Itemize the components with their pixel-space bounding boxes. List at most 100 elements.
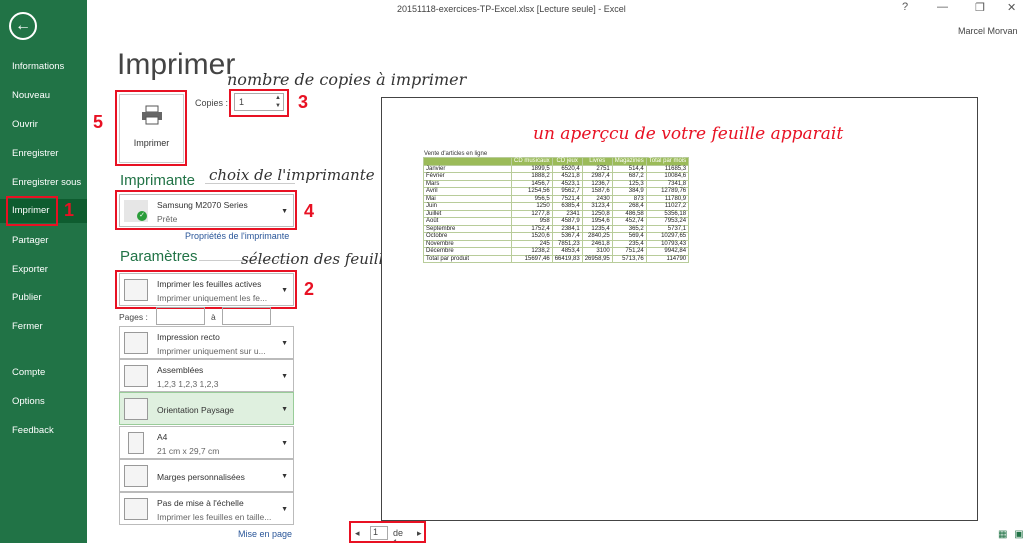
preview-view-controls: ▦ ▣ <box>998 529 1024 540</box>
margins-icon <box>124 465 148 487</box>
nav-item-feedback[interactable]: Feedback <box>0 419 87 443</box>
table-cell: 6520,4 <box>551 164 583 173</box>
page-setup-link[interactable]: Mise en page <box>238 529 292 539</box>
scaling-label: Pas de mise à l'échelle <box>157 498 244 508</box>
table-cell: 114790 <box>645 254 690 263</box>
table-cell: 11027,2 <box>645 202 690 211</box>
paper-size-dropdown[interactable]: A4 21 cm x 29,7 cm ▼ <box>119 426 294 459</box>
chevron-down-icon: ▼ <box>281 440 288 447</box>
chevron-down-icon: ▼ <box>281 340 288 347</box>
annotation-number-4: 4 <box>304 201 315 221</box>
table-row: Juillet 1277,8 2341 1250,8 486,58 5356,18 <box>423 209 690 218</box>
nav-item-informations[interactable]: Informations <box>0 55 87 79</box>
table-row: Mars 1456,7 4523,1 1236,7 125,3 7341,8 <box>423 179 690 188</box>
sides-dropdown[interactable]: Impression recto Imprimer uniquement sur… <box>119 326 294 359</box>
table-cell: 5367,4 <box>551 232 583 241</box>
back-arrow-icon[interactable]: ← <box>9 12 37 40</box>
table-cell: 4587,9 <box>551 217 583 226</box>
table-row: Total par produit 15697,46 66419,83 26958,9… <box>423 254 690 263</box>
scaling-dropdown[interactable]: Pas de mise à l'échelle Imprimer les feu… <box>119 492 294 525</box>
table-cell: 1752,4 <box>511 224 553 233</box>
nav-item-enregistrer[interactable]: Enregistrer <box>0 142 87 166</box>
printer-properties-link[interactable]: Propriétés de l'imprimante <box>185 231 289 241</box>
collated-pages-icon <box>124 365 148 387</box>
annotation-number-2: 2 <box>304 279 315 299</box>
page-title: Imprimer <box>117 48 236 81</box>
title-bar: 20151118-exercices-TP-Excel.xlsx [Lectur… <box>87 0 1024 22</box>
table-row: Février 1888,2 4521,8 2987,4 687,2 10084,6 <box>423 172 690 181</box>
show-margins-icon[interactable]: ▦ <box>998 529 1007 540</box>
nav-item-fermer[interactable]: Fermer <box>0 315 87 339</box>
table-cell: 365,2 <box>611 224 647 233</box>
table-cell: 2987,4 <box>581 172 613 181</box>
table-cell <box>423 157 512 166</box>
nav-item-options[interactable]: Options <box>0 390 87 414</box>
table-cell: 956,5 <box>511 194 553 203</box>
table-cell: Mai <box>423 194 512 203</box>
table-cell: Novembre <box>423 239 512 248</box>
table-cell: 3100 <box>581 247 613 256</box>
table-row: Mai 956,5 7521,4 2430 873 11780,9 <box>423 194 690 203</box>
table-cell: 1235,4 <box>581 224 613 233</box>
orientation-label: Orientation Paysage <box>157 405 235 415</box>
table-cell: 486,58 <box>611 209 647 218</box>
table-cell: 569,4 <box>611 232 647 241</box>
table-cell: 1899,5 <box>511 164 553 173</box>
table-cell: 2384,1 <box>551 224 583 233</box>
nav-item-publier[interactable]: Publier <box>0 286 87 310</box>
table-row: Août 958 4587,9 1954,6 452,74 7953,24 <box>423 217 690 226</box>
nav-item-compte[interactable]: Compte <box>0 361 87 385</box>
table-cell: 10793,43 <box>645 239 690 248</box>
highlight-box-3 <box>229 89 289 117</box>
table-cell: 235,4 <box>611 239 647 248</box>
backstage-nav: ← Informations Nouveau Ouvrir Enregistre… <box>0 0 87 543</box>
margins-label: Marges personnalisées <box>157 472 245 482</box>
table-cell: 5356,18 <box>645 209 690 218</box>
nav-item-exporter[interactable]: Exporter <box>0 258 87 282</box>
help-icon[interactable]: ? <box>902 1 908 13</box>
collate-desc: 1,2,3 1,2,3 1,2,3 <box>157 379 219 389</box>
table-cell: 11780,9 <box>645 194 690 203</box>
table-cell: 1254,56 <box>511 187 553 196</box>
annotation-number-5: 5 <box>93 112 104 132</box>
annotation-copies: nombre de copies à imprimer <box>227 70 467 89</box>
table-cell: 4523,1 <box>551 179 583 188</box>
nav-item-partager[interactable]: Partager <box>0 229 87 253</box>
user-name[interactable]: Marcel Morvan <box>958 26 1018 36</box>
table-cell: Mars <box>423 179 512 188</box>
table-cell: 7341,8 <box>645 179 690 188</box>
restore-icon[interactable]: ❐ <box>975 1 985 14</box>
table-cell: Juin <box>423 202 512 211</box>
table-row: Janvier 1899,5 6520,4 2751 514,4 11685,3 <box>423 164 690 173</box>
window-title: 20151118-exercices-TP-Excel.xlsx [Lectur… <box>397 4 626 14</box>
table-cell: 7851,23 <box>551 239 583 248</box>
table-cell: 245 <box>511 239 553 248</box>
zoom-to-page-icon[interactable]: ▣ <box>1014 529 1023 540</box>
table-row: Octobre 1520,6 5367,4 2840,25 569,4 10297,65 <box>423 232 690 241</box>
margins-dropdown[interactable]: Marges personnalisées ▼ <box>119 459 294 492</box>
table-cell: 384,9 <box>611 187 647 196</box>
table-cell: Avril <box>423 187 512 196</box>
close-icon[interactable]: ✕ <box>1007 1 1016 14</box>
table-cell: 66419,83 <box>551 254 583 263</box>
table-cell: 1954,6 <box>581 217 613 226</box>
table-cell: 9942,84 <box>645 247 690 256</box>
settings-section-title: Paramètres <box>120 248 198 265</box>
table-cell: 1277,8 <box>511 209 553 218</box>
pages-to-input[interactable] <box>222 307 271 325</box>
table-cell: 1236,7 <box>581 179 613 188</box>
table-cell: Décembre <box>423 247 512 256</box>
nav-item-enregistrer-sous[interactable]: Enregistrer sous <box>0 171 87 195</box>
nav-item-nouveau[interactable]: Nouveau <box>0 84 87 108</box>
nav-item-ouvrir[interactable]: Ouvrir <box>0 113 87 137</box>
chevron-down-icon: ▼ <box>281 406 288 413</box>
table-row: Novembre 245 7851,23 2461,8 235,4 10793,43 <box>423 239 690 248</box>
page-icon <box>128 432 144 454</box>
pages-from-input[interactable] <box>156 307 205 325</box>
annotation-preview: un aperçcu de votre feuille apparait <box>533 124 844 144</box>
orientation-dropdown[interactable]: Orientation Paysage ▼ <box>119 392 294 425</box>
collate-dropdown[interactable]: Assemblées 1,2,3 1,2,3 1,2,3 ▼ <box>119 359 294 392</box>
chevron-down-icon: ▼ <box>281 473 288 480</box>
scaling-desc: Imprimer les feuilles en taille... <box>157 512 272 522</box>
minimize-icon[interactable]: — <box>937 1 948 13</box>
